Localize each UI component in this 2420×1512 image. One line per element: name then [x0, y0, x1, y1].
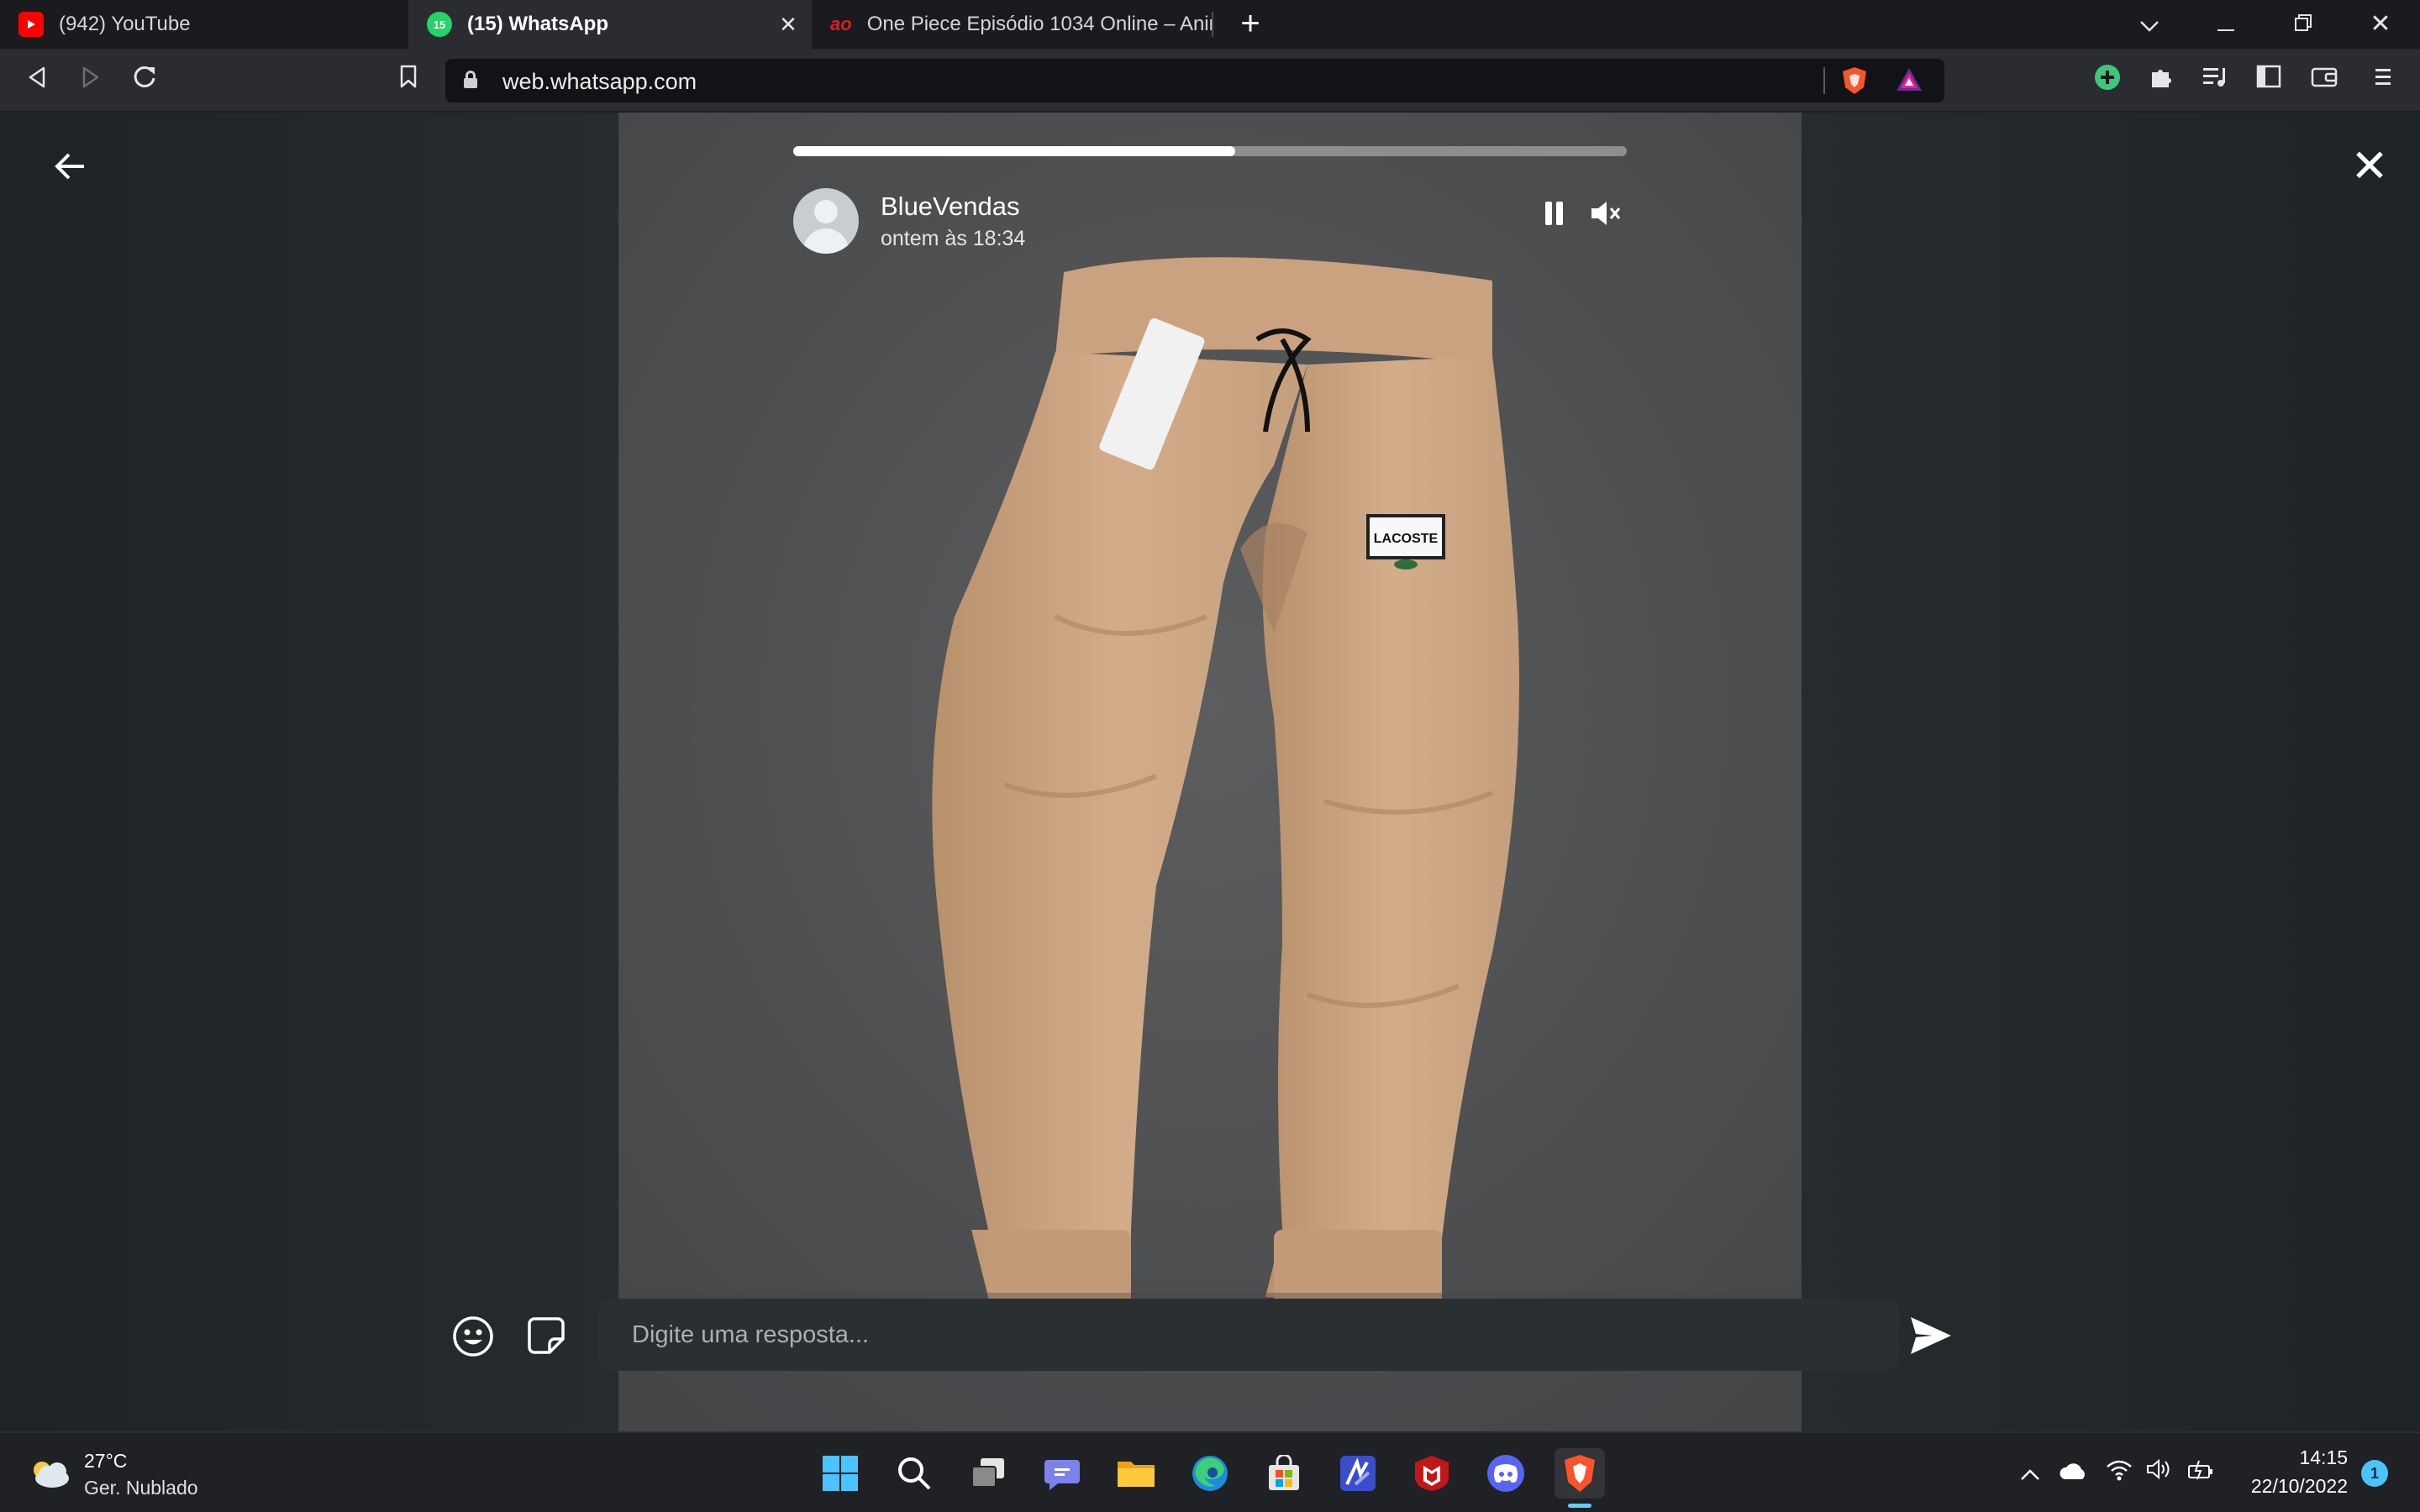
- microsoft-store-icon[interactable]: [1259, 1448, 1309, 1499]
- windows-taskbar: 27°C Ger. Nublado 14:15 22/10/2022 1: [0, 1431, 2420, 1512]
- active-app-indicator: [1568, 1504, 1591, 1508]
- close-window-button[interactable]: ✕: [2363, 7, 2398, 42]
- status-progress-fill: [793, 146, 1235, 156]
- brave-rewards-icon[interactable]: [1894, 66, 1924, 96]
- whatsapp-badge: 15: [433, 18, 446, 31]
- clock-date: 22/10/2022: [2250, 1475, 2348, 1497]
- volume-icon[interactable]: [2141, 1457, 2178, 1490]
- menu-icon[interactable]: [2366, 64, 2400, 97]
- wifi-icon[interactable]: [2101, 1457, 2138, 1490]
- add-extension-icon[interactable]: [2091, 64, 2124, 97]
- file-explorer-icon[interactable]: [1111, 1448, 1161, 1499]
- browser-toolbar: web.whatsapp.com: [0, 49, 2420, 113]
- weather-description: Ger. Nublado: [84, 1477, 198, 1499]
- extensions-icon[interactable]: [2144, 64, 2178, 97]
- tab-divider: [1212, 12, 1213, 37]
- onedrive-cloud-icon[interactable]: [2055, 1457, 2092, 1490]
- reply-bar: [0, 1299, 2420, 1374]
- contact-name[interactable]: BlueVendas: [881, 192, 1019, 222]
- animes-online-icon: ao: [830, 13, 852, 34]
- close-tab-icon[interactable]: ✕: [776, 13, 800, 36]
- tab-title: (942) YouTube: [59, 13, 191, 35]
- tab-one-piece[interactable]: ao One Piece Episódio 1034 Online – Anir: [812, 0, 1212, 49]
- restore-button[interactable]: [2286, 7, 2321, 42]
- url-separator: [1823, 67, 1825, 94]
- tab-youtube[interactable]: (942) YouTube: [0, 0, 408, 49]
- battery-charging-icon[interactable]: [2183, 1457, 2220, 1490]
- status-viewer: ✕ LACOSTE BlueVendas ontem às 18:34 Digi…: [0, 113, 2420, 1431]
- cloudy-weather-icon: [34, 1462, 69, 1488]
- teams-chat-icon[interactable]: [1037, 1448, 1087, 1499]
- weather-temperature: 27°C: [84, 1450, 128, 1472]
- brave-shields-icon[interactable]: [1840, 66, 1869, 96]
- send-icon[interactable]: [1907, 1314, 1954, 1357]
- tab-title: One Piece Episódio 1034 Online – Anir: [866, 13, 1212, 35]
- status-timestamp: ontem às 18:34: [881, 227, 1026, 250]
- youtube-icon: [18, 12, 44, 37]
- mute-icon[interactable]: [1588, 197, 1623, 230]
- sticker-icon[interactable]: [526, 1315, 566, 1356]
- search-icon[interactable]: [889, 1448, 939, 1499]
- tab-title: (15) WhatsApp: [467, 13, 608, 35]
- contact-avatar[interactable]: [793, 188, 859, 254]
- browser-tab-strip: (942) YouTube 15 (15) WhatsApp ✕ ao One …: [0, 0, 2420, 49]
- status-progress-bar: [793, 146, 1627, 156]
- task-view-icon[interactable]: [963, 1448, 1013, 1499]
- close-viewer-icon[interactable]: ✕: [2348, 144, 2391, 189]
- brave-browser-icon[interactable]: [1555, 1448, 1605, 1499]
- tab-whatsapp[interactable]: 15 (15) WhatsApp ✕: [408, 0, 812, 49]
- mcafee-icon[interactable]: [1407, 1448, 1457, 1499]
- show-hidden-icons-chevron-icon[interactable]: [2013, 1457, 2047, 1490]
- pause-icon[interactable]: [1538, 197, 1570, 228]
- media-app-icon[interactable]: [1333, 1448, 1383, 1499]
- tab-search-chevron-icon[interactable]: [2132, 7, 2167, 42]
- bookmark-icon[interactable]: [392, 64, 425, 97]
- lock-icon[interactable]: [464, 71, 477, 89]
- address-bar[interactable]: web.whatsapp.com: [445, 59, 1944, 102]
- windows-start-icon[interactable]: [815, 1448, 865, 1499]
- whatsapp-icon: 15: [427, 12, 452, 37]
- notification-count-badge[interactable]: 1: [2361, 1460, 2388, 1487]
- svg-text:LACOSTE: LACOSTE: [1374, 532, 1439, 546]
- discord-icon[interactable]: [1481, 1448, 1531, 1499]
- system-clock[interactable]: 14:15 22/10/2022: [2222, 1443, 2348, 1500]
- forward-nav-icon[interactable]: [74, 64, 108, 97]
- reply-input[interactable]: [598, 1299, 1899, 1371]
- back-nav-icon[interactable]: [20, 64, 54, 97]
- emoji-icon[interactable]: [452, 1315, 494, 1357]
- url-text[interactable]: web.whatsapp.com: [502, 69, 697, 95]
- edge-browser-icon[interactable]: [1185, 1448, 1235, 1499]
- reload-icon[interactable]: [128, 64, 161, 97]
- weather-widget[interactable]: 27°C Ger. Nublado: [29, 1446, 230, 1500]
- clock-time: 14:15: [2299, 1446, 2348, 1468]
- wallet-icon[interactable]: [2307, 64, 2341, 97]
- minimize-button[interactable]: [2208, 7, 2244, 42]
- media-playlist-icon[interactable]: [2198, 64, 2232, 97]
- sidebar-icon[interactable]: [2252, 64, 2286, 97]
- new-tab-button[interactable]: +: [1234, 7, 1267, 40]
- status-photo-jogger-pants: LACOSTE: [618, 113, 1802, 1431]
- back-arrow-icon[interactable]: [50, 146, 91, 186]
- status-media-panel: LACOSTE: [618, 113, 1802, 1431]
